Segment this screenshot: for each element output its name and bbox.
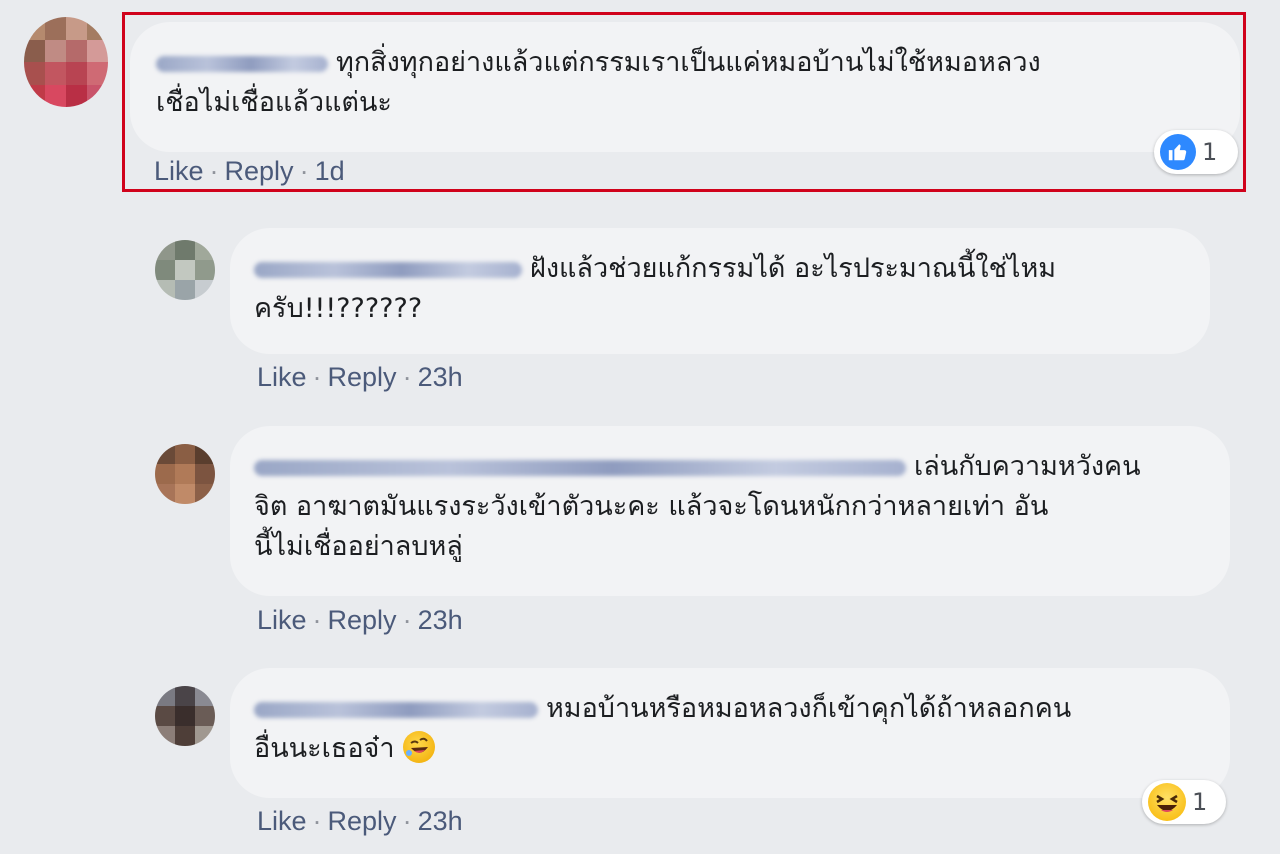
reply-link[interactable]: Reply: [328, 362, 397, 392]
thumbs-up-icon: [1160, 134, 1196, 170]
comment-text: เล่นกับความหวังคน: [914, 451, 1141, 482]
comment-actions: Like · Reply · 23h: [257, 806, 463, 837]
reaction-count-value: 1: [1202, 138, 1218, 166]
timestamp[interactable]: 1d: [315, 156, 345, 186]
reaction-count[interactable]: 1: [1154, 130, 1238, 174]
separator: ·: [402, 362, 412, 392]
like-link[interactable]: Like: [257, 605, 307, 635]
comment-text: อื่นนะเธอจ๋า: [254, 733, 395, 764]
reaction-count-value: 1: [1192, 788, 1208, 816]
comment-text: เชื่อไม่เชื่อแล้วแต่นะ: [156, 87, 392, 118]
comment-bubble: เล่นกับความหวังคน จิต อาฆาตมันแรงระวังเข…: [230, 426, 1230, 596]
comment-text: ฝังแล้วช่วยแก้กรรมได้ อะไรประมาณนี้ใช่ไห…: [530, 253, 1057, 284]
comment-actions: Like · Reply · 23h: [257, 362, 463, 393]
comment-text: นี้ไม่เชื่ออย่าลบหลู่: [254, 531, 463, 562]
comment-text: หมอบ้านหรือหมอหลวงก็เข้าคุกได้ถ้าหลอกคน: [546, 693, 1072, 724]
comment-text: จิต อาฆาตมันแรงระวังเข้าตัวนะคะ แล้วจะโด…: [254, 491, 1049, 522]
separator: ·: [312, 605, 322, 635]
timestamp[interactable]: 23h: [418, 362, 463, 392]
comment-bubble: ฝังแล้วช่วยแก้กรรมได้ อะไรประมาณนี้ใช่ไห…: [230, 228, 1210, 354]
avatar[interactable]: [155, 240, 215, 300]
haha-icon: [1148, 783, 1186, 821]
comment-bubble: หมอบ้านหรือหมอหลวงก็เข้าคุกได้ถ้าหลอกคน …: [230, 668, 1230, 798]
comment-actions: Like · Reply · 1d: [154, 156, 345, 187]
separator: ·: [299, 156, 309, 186]
avatar[interactable]: [155, 444, 215, 504]
reply-link[interactable]: Reply: [328, 605, 397, 635]
avatar[interactable]: [24, 17, 108, 107]
commenter-name[interactable]: [254, 459, 906, 476]
like-link[interactable]: Like: [257, 806, 307, 836]
comment-text: ครับ!!!??????: [254, 293, 423, 324]
comment-text: ทุกสิ่งทุกอย่างแล้วแต่กรรมเราเป็นแค่หมอบ…: [336, 47, 1041, 78]
commenter-name[interactable]: [156, 55, 328, 72]
separator: ·: [402, 806, 412, 836]
timestamp[interactable]: 23h: [418, 806, 463, 836]
reply-link[interactable]: Reply: [328, 806, 397, 836]
separator: ·: [209, 156, 219, 186]
rolling-laughing-emoji-icon: [403, 731, 436, 763]
comment-bubble: ทุกสิ่งทุกอย่างแล้วแต่กรรมเราเป็นแค่หมอบ…: [130, 22, 1240, 152]
reply-link[interactable]: Reply: [225, 156, 294, 186]
separator: ·: [312, 806, 322, 836]
like-link[interactable]: Like: [154, 156, 204, 186]
comment-actions: Like · Reply · 23h: [257, 605, 463, 636]
timestamp[interactable]: 23h: [418, 605, 463, 635]
separator: ·: [402, 605, 412, 635]
like-link[interactable]: Like: [257, 362, 307, 392]
avatar[interactable]: [155, 686, 215, 746]
commenter-name[interactable]: [254, 261, 522, 278]
separator: ·: [312, 362, 322, 392]
reaction-count[interactable]: 1: [1142, 780, 1226, 824]
commenter-name[interactable]: [254, 701, 538, 718]
